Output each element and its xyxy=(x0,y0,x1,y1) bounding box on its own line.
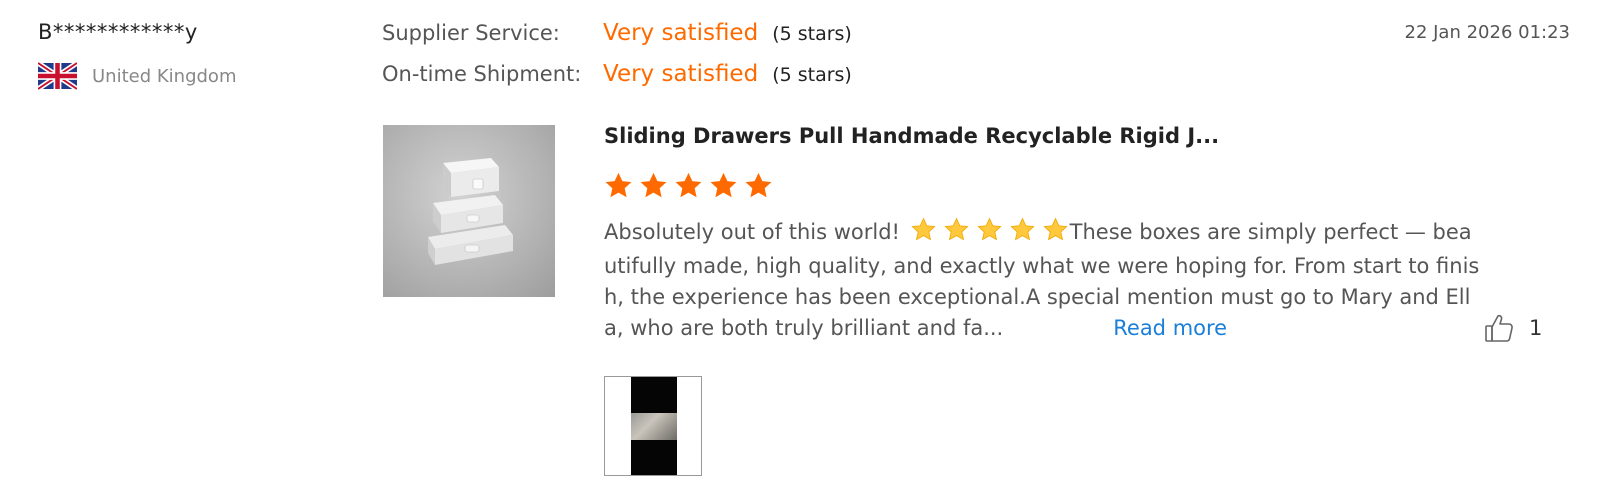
product-image[interactable] xyxy=(383,125,555,297)
review-attachment-image[interactable] xyxy=(604,376,702,476)
rating-stars-text: (5 stars) xyxy=(772,23,852,45)
star-icon xyxy=(745,172,772,198)
rating-label: Supplier Service: xyxy=(382,21,560,45)
uk-flag-icon xyxy=(38,62,77,90)
rating-value: Very satisfied xyxy=(603,61,759,87)
emoji-stars xyxy=(911,217,1068,251)
star-icon xyxy=(640,172,667,198)
phone-screenshot xyxy=(631,377,677,475)
star-icon xyxy=(710,172,737,198)
review-card: B************y United Kingdom Supplier S… xyxy=(0,0,1600,503)
product-rating-stars xyxy=(604,171,773,200)
review-text-intro: Absolutely out of this world! xyxy=(604,220,900,244)
review-text: Absolutely out of this world! These boxe… xyxy=(604,217,1484,344)
emoji-star-icon xyxy=(911,217,936,241)
product-title[interactable]: Sliding Drawers Pull Handmade Recyclable… xyxy=(604,124,1219,148)
emoji-star-icon xyxy=(977,217,1002,241)
star-icon xyxy=(605,172,632,198)
read-more-link[interactable]: Read more xyxy=(1113,316,1227,340)
rating-stars-text: (5 stars) xyxy=(772,64,852,86)
thumbs-up-icon xyxy=(1485,314,1513,342)
emoji-star-icon xyxy=(1010,217,1035,241)
rating-value: Very satisfied xyxy=(603,20,759,46)
rating-row-ontime-shipment: On-time Shipment: Very satisfied (5 star… xyxy=(382,61,852,87)
attachment-photo xyxy=(631,413,677,440)
helpful-button[interactable]: 1 xyxy=(1483,312,1542,344)
emoji-star-icon xyxy=(944,217,969,241)
reviewer-name: B************y xyxy=(38,20,198,44)
helpful-count: 1 xyxy=(1529,316,1543,340)
country-name: United Kingdom xyxy=(92,65,237,87)
rating-row-supplier-service: Supplier Service: Very satisfied (5 star… xyxy=(382,20,852,46)
review-date: 22 Jan 2026 01:23 xyxy=(1404,22,1571,43)
emoji-star-icon xyxy=(1043,217,1068,241)
star-icon xyxy=(675,172,702,198)
product-boxes-illustration xyxy=(428,158,513,265)
reviewer-country: United Kingdom xyxy=(38,62,236,90)
rating-label: On-time Shipment: xyxy=(382,62,582,86)
